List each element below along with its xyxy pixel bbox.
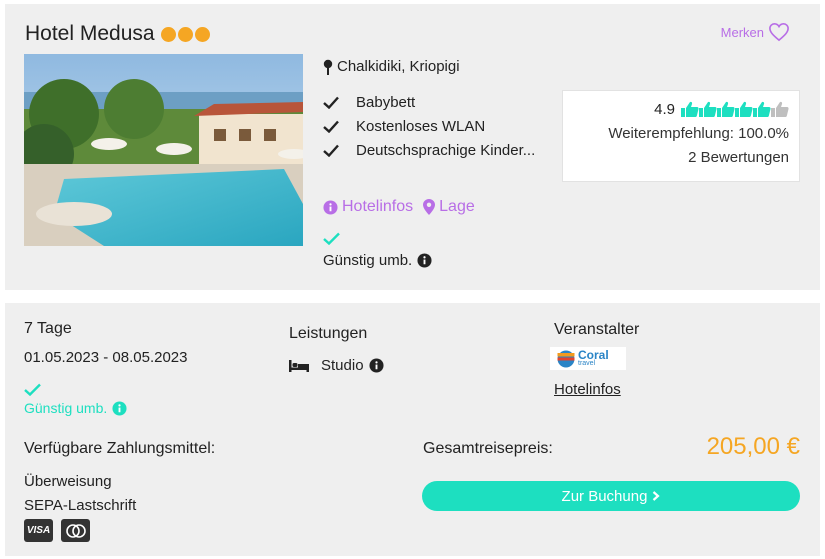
- offer-card: 7 Tage 01.05.2023 - 08.05.2023 Günstig u…: [5, 303, 820, 556]
- merken-label: Merken: [720, 24, 764, 40]
- payment-heading: Verfügbare Zahlungsmittel:: [24, 440, 216, 457]
- thumbs-up-icon: [681, 101, 699, 117]
- check-icon: [323, 96, 341, 109]
- location-pin-icon: [323, 59, 333, 75]
- veranstalter-heading: Veranstalter: [554, 321, 640, 338]
- coral-travel-logo: Coral travel: [550, 347, 626, 370]
- book-button-label: Zur Buchung: [561, 487, 648, 505]
- offer-price-note-label: Günstig umb.: [24, 400, 108, 416]
- price-check-icon: [24, 383, 41, 401]
- trip-dates: 01.05.2023 - 08.05.2023: [24, 349, 188, 366]
- payment-method: Überweisung: [24, 473, 112, 490]
- payment-method: SEPA-Lastschrift: [24, 497, 137, 514]
- star-dot-icon: [160, 26, 176, 42]
- hotel-name: Hotel Medusa: [25, 22, 155, 45]
- feature-item: Deutschsprachige Kinder...: [323, 138, 535, 162]
- price-check-icon: [323, 232, 340, 250]
- thumbs-up-icon: [699, 101, 717, 117]
- feature-label: Deutschsprachige Kinder...: [356, 141, 536, 159]
- visa-icon-label: VISA: [26, 525, 51, 536]
- hotel-links: Hotelinfos Lage: [323, 198, 485, 216]
- hotel-card: Hotel Medusa Merken Chalkidiki, Kriopigi…: [5, 4, 820, 290]
- info-circle-icon: [323, 199, 338, 215]
- feature-list: Babybett Kostenloses WLAN Deutschsprachi…: [323, 90, 535, 162]
- lage-link[interactable]: Lage: [423, 198, 475, 216]
- coral-logo-icon: [557, 350, 575, 367]
- merken-button[interactable]: Merken: [721, 22, 790, 42]
- offer-price-note: Günstig umb.: [24, 400, 127, 416]
- thumbs-up-icon: [735, 101, 753, 117]
- rating-line: 4.9: [563, 101, 789, 118]
- leistungen-heading: Leistungen: [289, 325, 368, 342]
- thumbs-up-icon: [753, 101, 771, 117]
- info-circle-icon[interactable]: [369, 358, 384, 373]
- star-rating: [160, 26, 212, 42]
- bed-icon: [289, 359, 309, 372]
- thumbs-rating: [681, 101, 789, 118]
- recommendation-text: Weiterempfehlung: 100.0%: [608, 125, 789, 142]
- visa-icon: VISA: [24, 519, 53, 542]
- info-circle-icon[interactable]: [417, 253, 432, 268]
- chevron-right-icon: [653, 491, 661, 501]
- rating-score: 4.9: [654, 101, 675, 118]
- hotel-photo[interactable]: [24, 54, 303, 246]
- hotel-photo-image: [24, 54, 303, 246]
- hotelinfos-label: Hotelinfos: [342, 198, 414, 215]
- mastercard-icon: [61, 519, 90, 542]
- price-note-label: Günstig umb.: [323, 252, 413, 269]
- room-label: Studio: [321, 357, 364, 374]
- zur-buchung-button[interactable]: Zur Buchung: [422, 481, 800, 511]
- total-price: 205,00 €: [706, 433, 800, 460]
- feature-label: Kostenloses WLAN: [356, 117, 486, 135]
- heart-icon: [769, 22, 789, 42]
- operator-hotelinfos-link[interactable]: Hotelinfos: [554, 381, 621, 398]
- check-icon: [323, 120, 341, 133]
- info-circle-icon[interactable]: [112, 400, 127, 416]
- thumbs-up-icon: [717, 101, 735, 117]
- total-price-heading: Gesamtreisepreis:: [423, 440, 553, 457]
- trip-duration: 7 Tage: [24, 320, 72, 337]
- feature-item: Babybett: [323, 90, 535, 114]
- room-type: Studio: [289, 357, 384, 374]
- payment-methods: Überweisung SEPA-Lastschrift: [24, 473, 136, 521]
- lage-label: Lage: [439, 198, 475, 215]
- price-note: Günstig umb.: [323, 252, 432, 269]
- feature-item: Kostenloses WLAN: [323, 114, 535, 138]
- review-count[interactable]: 2 Bewertungen: [563, 149, 789, 166]
- thumbs-up-icon: [771, 101, 789, 117]
- location-text: Chalkidiki, Kriopigi: [337, 58, 460, 75]
- map-marker-icon: [423, 199, 436, 215]
- star-dot-icon: [177, 26, 193, 42]
- rating-box: 4.9 Weiterempfehlung: 100.0% 2 Bewertung…: [562, 90, 800, 182]
- hotel-title: Hotel Medusa: [25, 22, 212, 46]
- hotelinfos-link[interactable]: Hotelinfos: [323, 198, 413, 216]
- feature-label: Babybett: [356, 93, 416, 111]
- coral-logo-text: Coral: [578, 348, 609, 362]
- star-dot-icon: [194, 26, 210, 42]
- check-icon: [323, 144, 341, 157]
- hotel-location: Chalkidiki, Kriopigi: [323, 58, 460, 75]
- travel-period: 7 Tage 01.05.2023 - 08.05.2023: [24, 320, 187, 366]
- payment-icons: VISA: [24, 519, 98, 542]
